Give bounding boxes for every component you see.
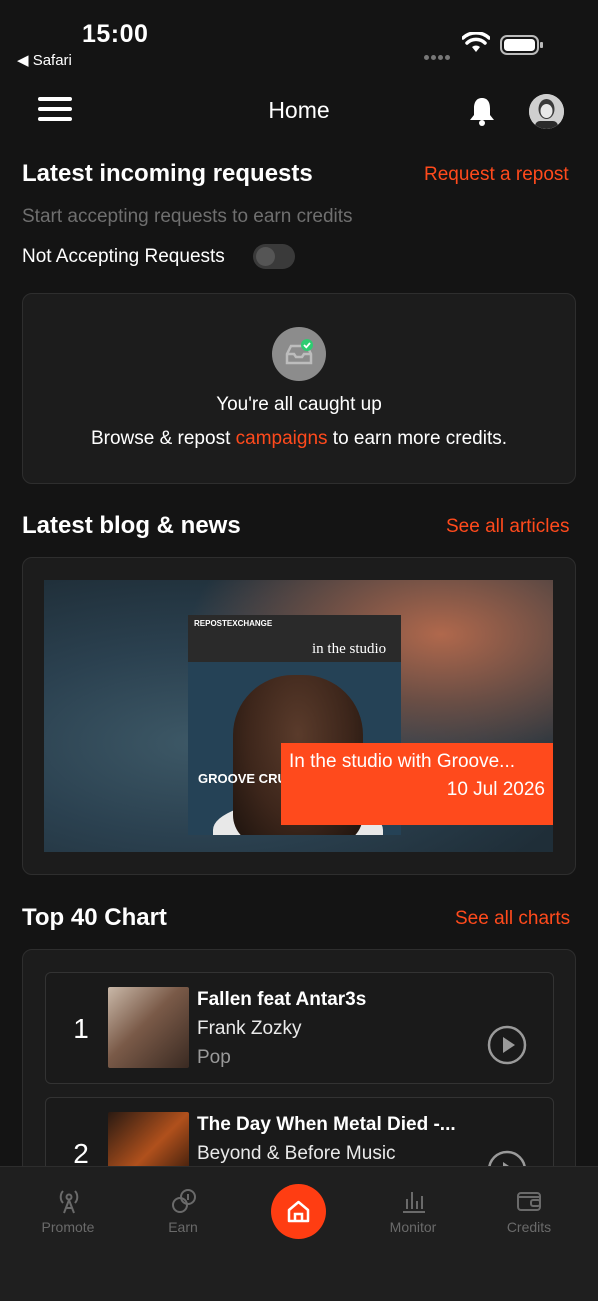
empty-state-text: Browse & repost campaigns to earn more c… <box>0 428 598 450</box>
home-icon <box>287 1200 310 1223</box>
cellular-signal-icon <box>424 47 454 60</box>
cover-brand: REPOSTEXCHANGE <box>194 619 273 628</box>
article-title: In the studio with Groove... <box>289 751 516 772</box>
blog-section-title: Latest blog & news <box>22 512 241 539</box>
campaigns-link[interactable]: campaigns <box>236 428 328 449</box>
play-icon[interactable] <box>487 1025 527 1070</box>
cover-artist-name: GROOVE CRU <box>198 771 287 786</box>
broadcast-icon[interactable] <box>55 1187 83 1220</box>
battery-icon <box>500 35 544 60</box>
request-repost-link[interactable]: Request a repost <box>424 164 569 186</box>
empty-state-text-after: to earn more credits. <box>327 428 508 449</box>
article-date: 10 Jul 2026 <box>446 779 545 800</box>
notification-bell-icon[interactable] <box>467 95 497 132</box>
page-title: Home <box>268 97 330 123</box>
article-caption: In the studio with Groove... 10 Jul 2026 <box>281 743 553 825</box>
requests-subtitle: Start accepting requests to earn credits <box>22 206 353 227</box>
avatar[interactable] <box>529 94 564 129</box>
empty-state-title: You're all caught up <box>216 394 382 415</box>
track-artist: Beyond & Before Music <box>197 1143 396 1164</box>
chart-rank: 1 <box>73 1013 89 1044</box>
inbox-check-icon <box>272 327 326 381</box>
tab-monitor[interactable]: Monitor <box>358 1219 468 1235</box>
chart-row[interactable]: 1 Fallen feat Antar3s Frank Zozky Pop <box>45 972 554 1084</box>
see-all-articles-link[interactable]: See all articles <box>446 516 570 538</box>
tab-earn[interactable]: Earn <box>128 1219 238 1235</box>
tab-promote[interactable]: Promote <box>13 1219 123 1235</box>
bar-chart-icon[interactable] <box>400 1187 428 1220</box>
wifi-icon <box>461 31 491 59</box>
requests-empty-card <box>22 293 576 484</box>
back-to-safari-link[interactable]: ◀ Safari <box>17 51 72 69</box>
coins-icon[interactable] <box>170 1187 198 1220</box>
empty-state-text-before: Browse & repost <box>90 428 236 449</box>
see-all-charts-link[interactable]: See all charts <box>455 908 570 930</box>
requests-section-title: Latest incoming requests <box>22 160 313 187</box>
blog-article-image[interactable]: REPOSTEXCHANGE in the studio GROOVE CRU … <box>44 580 553 852</box>
track-artwork <box>108 987 189 1068</box>
track-genre: Pop <box>197 1047 231 1068</box>
track-title: Fallen feat Antar3s <box>197 989 367 1010</box>
home-button[interactable] <box>271 1184 326 1239</box>
accepting-requests-toggle[interactable] <box>253 244 295 269</box>
track-artist: Frank Zozky <box>197 1018 302 1039</box>
cover-tag: in the studio <box>312 641 387 657</box>
wallet-icon[interactable] <box>515 1187 543 1220</box>
accepting-requests-label: Not Accepting Requests <box>22 246 225 267</box>
status-time: 15:00 <box>82 20 149 48</box>
chart-section-title: Top 40 Chart <box>22 904 167 931</box>
track-title: The Day When Metal Died -... <box>197 1114 456 1135</box>
tab-credits[interactable]: Credits <box>474 1219 584 1235</box>
